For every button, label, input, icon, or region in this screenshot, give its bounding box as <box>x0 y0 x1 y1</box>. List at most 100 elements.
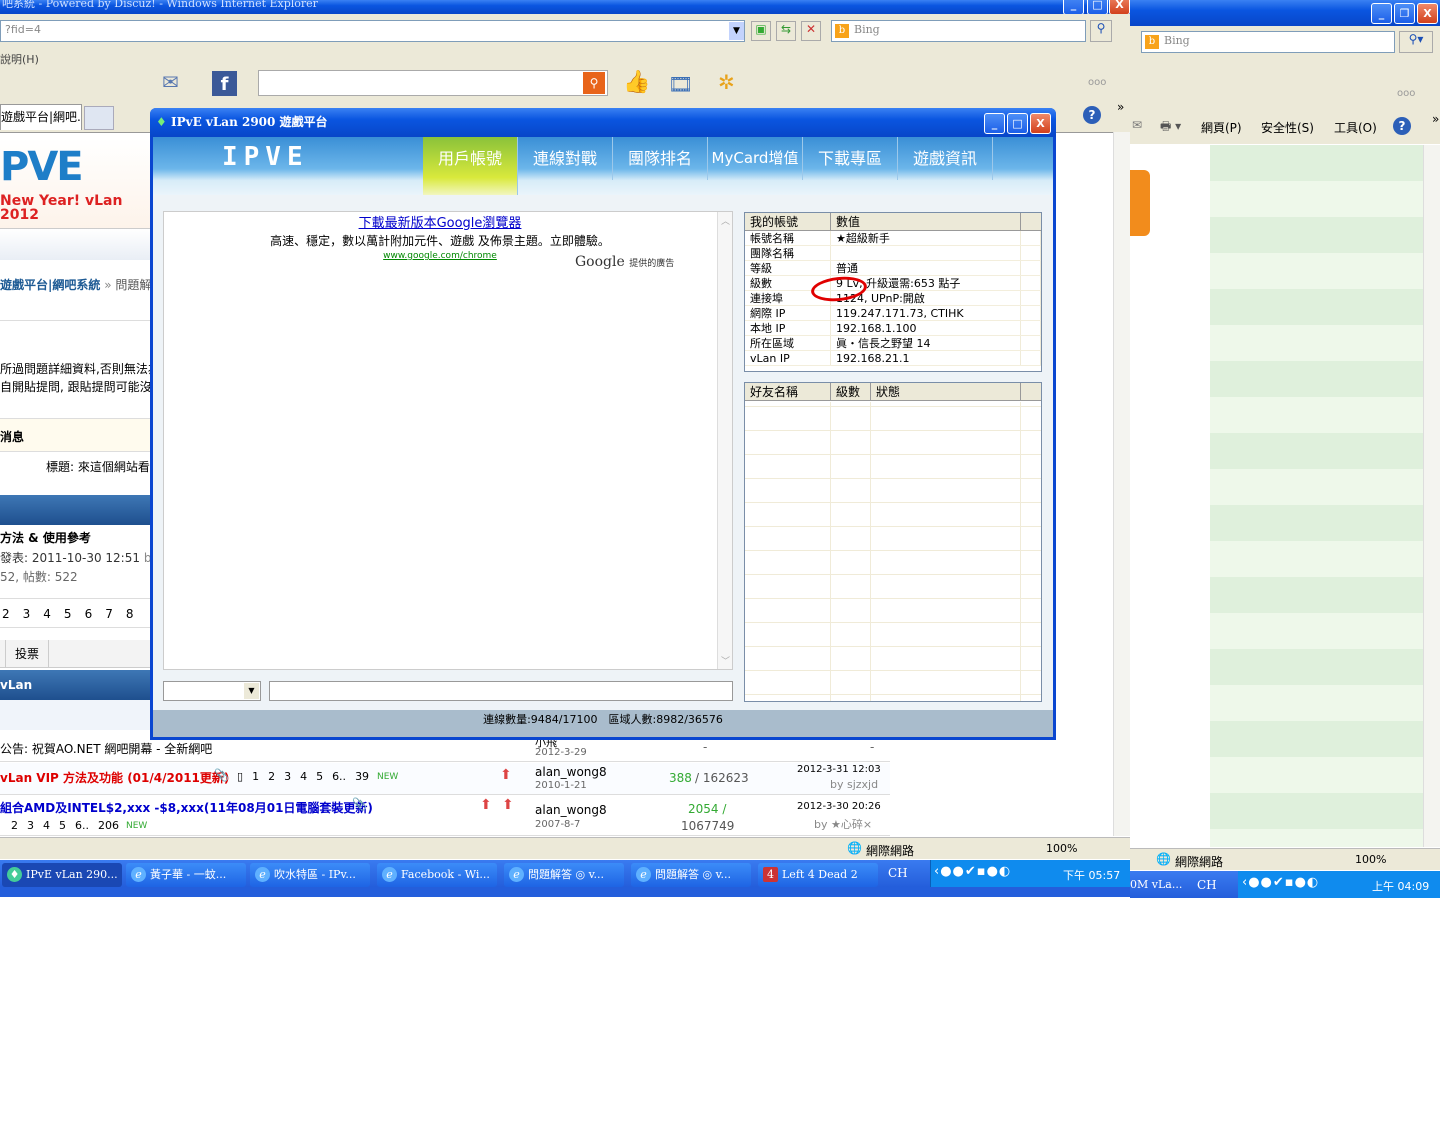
chevron-down-icon[interactable]: ▼ <box>244 683 259 699</box>
chevron-icon[interactable]: » <box>1432 112 1439 126</box>
toolbar-search-input[interactable] <box>258 70 608 96</box>
page-link[interactable]: 6 <box>85 599 93 627</box>
toolbar-safety[interactable]: 安全性(S) <box>1261 119 1314 136</box>
new-tab-button[interactable] <box>84 106 114 130</box>
page-link[interactable]: 3 <box>284 770 291 783</box>
table-row[interactable]: 級數 9 Lv, 升級還需:653 點子 <box>745 276 1041 291</box>
page-link[interactable]: 1 <box>252 770 259 783</box>
ad-scrollbar[interactable]: ︿ ﹀ <box>717 212 732 669</box>
minimize-button[interactable]: _ <box>1371 3 1392 24</box>
nav-game-info[interactable]: 遊戲資訊 <box>898 137 993 180</box>
search-button[interactable]: ⚲ <box>1090 20 1112 42</box>
page-link[interactable]: 6.. <box>75 819 89 832</box>
taskbar-partial-button[interactable]: 0M vLa... <box>1130 878 1182 891</box>
facebook-icon[interactable]: f <box>212 71 237 96</box>
table-row[interactable]: 團隊名稱 <box>745 246 1041 261</box>
front-scrollbar[interactable] <box>1423 145 1440 847</box>
page-link[interactable]: 5 <box>64 599 72 627</box>
bing-search-input[interactable]: b Bing <box>1141 31 1395 53</box>
breadcrumb-link[interactable]: 遊戲平台|網吧系統 <box>0 278 100 292</box>
chevron-icon[interactable]: » <box>1117 100 1124 114</box>
column-header[interactable]: 好友名稱 <box>745 383 831 400</box>
zoom-level[interactable]: 100% <box>1355 853 1386 866</box>
page-link[interactable]: 2 <box>268 770 275 783</box>
taskbar-button-ipve[interactable]: ♦ IPvE vLan 290... <box>2 863 122 887</box>
taskbar-button-ie[interactable]: e 黃子華 - 一蚊... <box>126 863 246 887</box>
toolbar-page[interactable]: 網頁(P) <box>1201 119 1242 136</box>
table-row[interactable]: 連接埠 1124, UPnP:開啟 <box>745 291 1041 306</box>
taskbar-button-ie[interactable]: e 吹水特區 - IPv... <box>250 863 370 887</box>
table-row[interactable]: vLan IP 192.168.21.1 <box>745 351 1041 366</box>
nav-online-battle[interactable]: 連線對戰 <box>518 137 613 180</box>
column-header[interactable]: 數值 <box>831 213 1021 230</box>
taskbar-button-ie[interactable]: e Facebook - Wi... <box>377 863 497 887</box>
page-link[interactable]: 4 <box>300 770 307 783</box>
minimize-button[interactable]: _ <box>1063 0 1084 15</box>
zoom-level[interactable]: 100% <box>1046 842 1077 855</box>
video-icon[interactable]: 🎞 <box>668 72 693 96</box>
table-row[interactable]: 所在區域 眞・信長之野望 14 <box>745 336 1041 351</box>
page-link[interactable]: 3 <box>23 599 31 627</box>
close-button[interactable]: X <box>1109 0 1130 15</box>
thread-title[interactable]: 組合AMD及INTEL$2,xxx -$8,xxx(11年08月01日電腦套裝更… <box>0 799 373 816</box>
chat-target-select[interactable]: ▼ <box>163 681 261 701</box>
search-button[interactable]: ⚲▾ <box>1399 31 1433 53</box>
print-icon[interactable]: 🖶 ▾ <box>1160 117 1181 138</box>
thread-author[interactable]: alan_wong8 <box>535 803 607 817</box>
column-header[interactable]: 我的帳號 <box>745 213 831 230</box>
ad-headline[interactable]: 下載最新版本Google瀏覽器 <box>164 212 716 231</box>
nav-downloads[interactable]: 下載專區 <box>803 137 898 180</box>
page-link[interactable]: 3 <box>27 819 34 832</box>
page-link[interactable]: 5 <box>316 770 323 783</box>
page-link[interactable]: 206 <box>98 819 119 832</box>
mail-icon[interactable]: ✉ <box>1132 118 1142 132</box>
page-scrollbar[interactable] <box>1113 132 1130 836</box>
dialog-close-button[interactable]: X <box>1030 113 1051 134</box>
table-row[interactable]: 等級 普通 <box>745 261 1041 276</box>
restore-button[interactable]: ❐ <box>1394 3 1415 24</box>
stop-icon[interactable]: ✕ <box>801 21 821 41</box>
dialog-maximize-button[interactable]: □ <box>1007 113 1028 134</box>
help-icon[interactable]: ? <box>1083 106 1101 124</box>
chat-input[interactable] <box>269 681 733 701</box>
maximize-button[interactable]: □ <box>1087 0 1108 15</box>
last-post-by[interactable]: by sjzxjd <box>830 778 878 791</box>
thread-author[interactable]: alan_wong8 <box>535 765 607 779</box>
table-row[interactable]: 網際 IP 119.247.171.73, CTIHK <box>745 306 1041 321</box>
tray-icons[interactable]: ‹●●✔▪●◐ <box>1242 875 1319 890</box>
page-link[interactable]: 6.. <box>332 770 346 783</box>
last-post-by[interactable]: by ★心碎× <box>814 816 872 832</box>
nav-mycard[interactable]: MyCard增值 <box>708 137 803 180</box>
page-link[interactable]: 4 <box>43 599 51 627</box>
language-indicator[interactable]: CH <box>888 866 908 880</box>
address-dropdown-icon[interactable]: ▼ <box>729 22 744 40</box>
page-link[interactable]: 8 <box>126 599 134 627</box>
page-link[interactable]: 39 <box>355 770 369 783</box>
more-icon[interactable]: ooo <box>1397 88 1415 99</box>
bing-search-input[interactable]: b Bing <box>831 20 1086 42</box>
compat-view-icon[interactable]: ▣ <box>751 21 771 41</box>
table-row[interactable]: 本地 IP 192.168.1.100 <box>745 321 1041 336</box>
mail-icon[interactable]: ✉ <box>162 70 194 96</box>
browser-tab[interactable]: 遊戲平台|網吧... <box>0 104 82 130</box>
toolbar-tools[interactable]: 工具(O) <box>1334 119 1377 136</box>
column-header[interactable]: 狀態 <box>871 383 1021 400</box>
translate-icon[interactable]: ✲ <box>718 70 735 94</box>
language-indicator[interactable]: CH <box>1197 878 1217 892</box>
vote-tab[interactable]: 投票 <box>5 640 49 668</box>
nav-user-account[interactable]: 用戶帳號 <box>423 137 518 195</box>
refresh-icon[interactable]: ⇆ <box>776 21 796 41</box>
sticky-thread-title[interactable]: 方法 & 使用參考 <box>0 529 91 546</box>
address-input[interactable]: ?fid=4 <box>0 20 745 42</box>
taskbar-button-ie[interactable]: e 問題解答 ◎ v... <box>504 863 624 887</box>
menu-help[interactable]: 說明(H) <box>0 51 39 67</box>
tray-icons[interactable]: ‹●●✔▪●◐ <box>934 864 1011 879</box>
taskbar-button-l4d2[interactable]: 4 Left 4 Dead 2 <box>758 863 878 887</box>
thread-title[interactable]: vLan VIP 方法及功能 (01/4/2011更新) <box>0 769 229 786</box>
more-icon[interactable]: ooo <box>1088 77 1106 88</box>
message-title[interactable]: 標題: 來這個網站看看 <box>46 458 162 475</box>
close-button[interactable]: X <box>1417 3 1438 24</box>
help-icon[interactable]: ? <box>1393 117 1411 135</box>
dialog-minimize-button[interactable]: _ <box>984 113 1005 134</box>
page-link[interactable]: 4 <box>43 819 50 832</box>
